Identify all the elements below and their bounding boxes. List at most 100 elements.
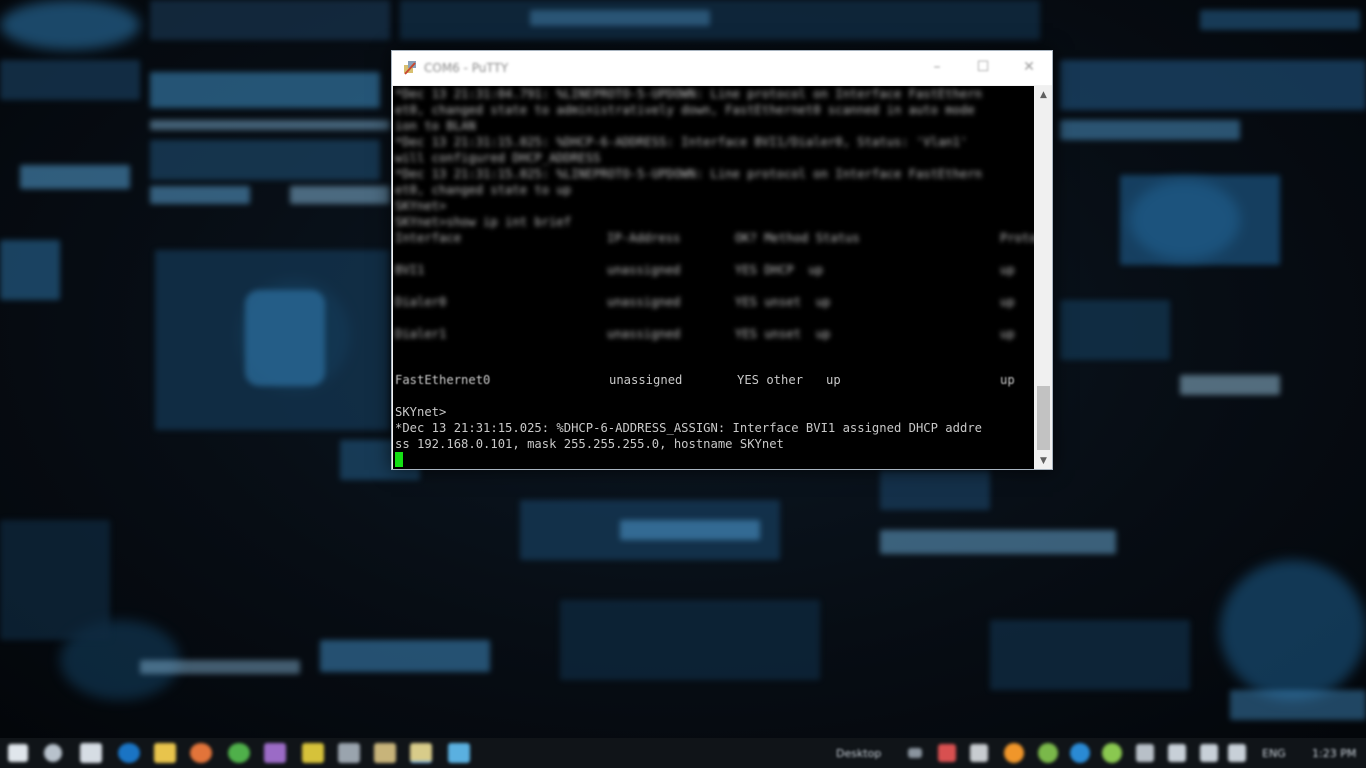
app-icon[interactable]: [448, 743, 470, 763]
app-icon[interactable]: [338, 743, 360, 763]
row-interface: FastEthernet0: [395, 373, 491, 387]
window-title: COM6 - PuTTY: [424, 61, 509, 75]
putty-window[interactable]: COM6 - PuTTY – ☐ ✕ *Dec 13 21:31:04.791:…: [391, 50, 1053, 470]
terminal-line: ion to BLAN: [395, 119, 476, 133]
close-button[interactable]: ✕: [1006, 51, 1052, 83]
terminal-line: et0, changed state to up: [395, 183, 572, 197]
task-view-icon[interactable]: [80, 743, 102, 763]
chevron-up-icon[interactable]: [908, 748, 922, 758]
visual-studio-icon[interactable]: [264, 743, 286, 763]
terminal-line: *Dec 13 21:31:04.791: %LINEPROTO-5-UPDOW…: [395, 87, 982, 101]
wallpaper-panel: [1060, 60, 1366, 110]
wallpaper-panel: [150, 72, 380, 108]
taskbar: Desktop ENG 1:23 PM: [0, 738, 1366, 768]
vertical-scrollbar[interactable]: ▲ ▼: [1035, 86, 1052, 469]
wallpaper-panel: [990, 620, 1190, 690]
wallpaper-panel: [20, 165, 130, 189]
wallpaper-panel: [140, 660, 300, 674]
wallpaper-panel: [1060, 120, 1240, 140]
row-method-status: YES unset up: [735, 327, 831, 341]
row-interface: Dialer1: [395, 327, 447, 341]
terminal-line: SKYnet>: [395, 199, 447, 213]
table-header-protocol: Protocol: [1000, 231, 1034, 245]
tray-icon[interactable]: [1102, 743, 1122, 763]
table-header-ip: IP-Address: [607, 231, 681, 245]
wallpaper-glow: [1220, 560, 1366, 700]
tray-icon[interactable]: [1038, 743, 1058, 763]
scroll-up-arrow-icon[interactable]: ▲: [1035, 86, 1052, 103]
row-ip: unassigned: [607, 263, 681, 277]
table-header-interface: Interface: [395, 231, 462, 245]
putty-icon: [404, 61, 416, 75]
row-interface: BVI1: [395, 263, 425, 277]
wallpaper-glow: [0, 0, 140, 50]
volume-icon[interactable]: [1200, 744, 1218, 762]
terminal-log-line: *Dec 13 21:31:15.025: %DHCP-6-ADDRESS_AS…: [395, 421, 982, 435]
wallpaper-panel: [150, 140, 380, 180]
maximize-button[interactable]: ☐: [960, 51, 1006, 83]
row-protocol: up: [1000, 327, 1015, 341]
file-explorer-icon[interactable]: [154, 743, 176, 763]
window-titlebar[interactable]: COM6 - PuTTY – ☐ ✕: [392, 51, 1052, 85]
terminal-line: *Dec 13 21:31:15.025: %LINEPROTO-5-UPDOW…: [395, 167, 982, 181]
terminal-line: et0, changed state to administratively d…: [395, 103, 975, 117]
search-icon[interactable]: [44, 744, 62, 762]
tray-icon[interactable]: [938, 744, 956, 762]
wallpaper-panel: [150, 186, 250, 204]
wallpaper-panel: [245, 290, 325, 386]
row-ip: unassigned: [607, 327, 681, 341]
row-protocol: up: [1000, 295, 1015, 309]
firefox-icon[interactable]: [190, 743, 212, 763]
putty-taskbar-icon[interactable]: [410, 743, 432, 763]
scrollbar-thumb[interactable]: [1037, 386, 1050, 450]
row-status: up: [826, 373, 841, 387]
minimize-button[interactable]: –: [914, 51, 960, 83]
row-ok-method: YES other: [737, 373, 804, 387]
wallpaper-panel: [0, 520, 110, 640]
desktop-toolbar-label[interactable]: Desktop: [836, 747, 881, 760]
wallpaper-panel: [290, 186, 390, 204]
row-protocol: up: [1000, 373, 1015, 387]
tray-icon[interactable]: [1070, 743, 1090, 763]
wallpaper-panel: [880, 530, 1116, 554]
terminal-cursor: [395, 452, 403, 467]
scroll-down-arrow-icon[interactable]: ▼: [1035, 452, 1052, 469]
terminal-line: SKYnet>show ip int brief: [395, 215, 572, 229]
wallpaper-panel: [1120, 175, 1280, 265]
wallpaper-panel: [1180, 375, 1280, 395]
row-interface: Dialer0: [395, 295, 447, 309]
tray-icon[interactable]: [1136, 744, 1154, 762]
wallpaper-panel: [1200, 10, 1360, 30]
wallpaper-panel: [620, 520, 760, 540]
wallpaper-panel: [530, 10, 710, 26]
wallpaper-panel: [0, 240, 60, 300]
terminal-screen[interactable]: *Dec 13 21:31:04.791: %LINEPROTO-5-UPDOW…: [393, 86, 1034, 469]
terminal-line: *Dec 13 21:31:15.025: %DHCP-6-ADDRESS: I…: [395, 135, 968, 149]
start-windows-icon[interactable]: [8, 744, 28, 762]
row-ip: unassigned: [609, 373, 683, 387]
wallpaper-panel: [1060, 300, 1170, 360]
tray-icon[interactable]: [1004, 743, 1024, 763]
row-ip: unassigned: [607, 295, 681, 309]
language-indicator[interactable]: ENG: [1262, 747, 1286, 760]
wallpaper-panel: [150, 120, 390, 130]
edge-icon[interactable]: [118, 743, 140, 763]
wallpaper-panel: [0, 60, 140, 100]
row-method-status: YES DHCP up: [735, 263, 824, 277]
row-protocol: up: [1000, 263, 1015, 277]
wallpaper-panel: [560, 600, 820, 680]
wallpaper-panel: [1230, 690, 1366, 720]
app-icon[interactable]: [374, 743, 396, 763]
action-center-icon[interactable]: [1228, 744, 1246, 762]
app-icon[interactable]: [302, 743, 324, 763]
row-method-status: YES unset up: [735, 295, 831, 309]
table-header-status: OK? Method Status: [735, 231, 860, 245]
tray-icon[interactable]: [970, 744, 988, 762]
wallpaper-panel: [320, 640, 490, 672]
wallpaper-panel: [400, 0, 1040, 40]
terminal-log-line: ss 192.168.0.101, mask 255.255.255.0, ho…: [395, 437, 784, 451]
clock[interactable]: 1:23 PM: [1312, 747, 1356, 760]
network-icon[interactable]: [1168, 744, 1186, 762]
terminal-prompt: SKYnet>: [395, 405, 447, 419]
chrome-icon[interactable]: [228, 743, 250, 763]
